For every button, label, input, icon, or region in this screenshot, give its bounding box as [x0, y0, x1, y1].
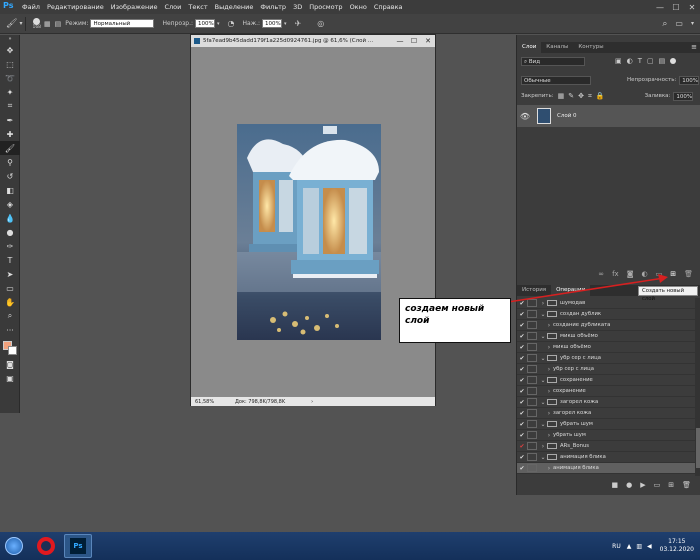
new-layer-tooltip: Создать новый слой	[638, 286, 698, 302]
chevron-up-icon[interactable]: ▲	[627, 543, 632, 550]
opera-icon	[37, 537, 55, 555]
volume-icon[interactable]: ◀	[647, 543, 652, 550]
clock[interactable]: 17:15 03.12.2020	[660, 538, 694, 554]
network-icon[interactable]: ▥	[636, 543, 642, 550]
annotation-callout: создаем новый слой	[399, 298, 511, 343]
language-indicator[interactable]: RU	[612, 543, 621, 550]
start-button[interactable]	[2, 534, 26, 558]
photoshop-icon: Ps	[70, 538, 86, 554]
clock-date: 03.12.2020	[659, 546, 694, 553]
taskbar: Ps RU ▲ ▥ ◀ 17:15 03.12.2020	[0, 532, 700, 560]
taskbar-photoshop[interactable]: Ps	[64, 534, 92, 558]
windows-orb-icon	[5, 537, 23, 555]
taskbar-opera[interactable]	[32, 534, 60, 558]
annotation-arrow	[507, 274, 668, 303]
system-tray: RU ▲ ▥ ◀ 17:15 03.12.2020	[612, 538, 700, 554]
clock-time: 17:15	[668, 538, 686, 545]
